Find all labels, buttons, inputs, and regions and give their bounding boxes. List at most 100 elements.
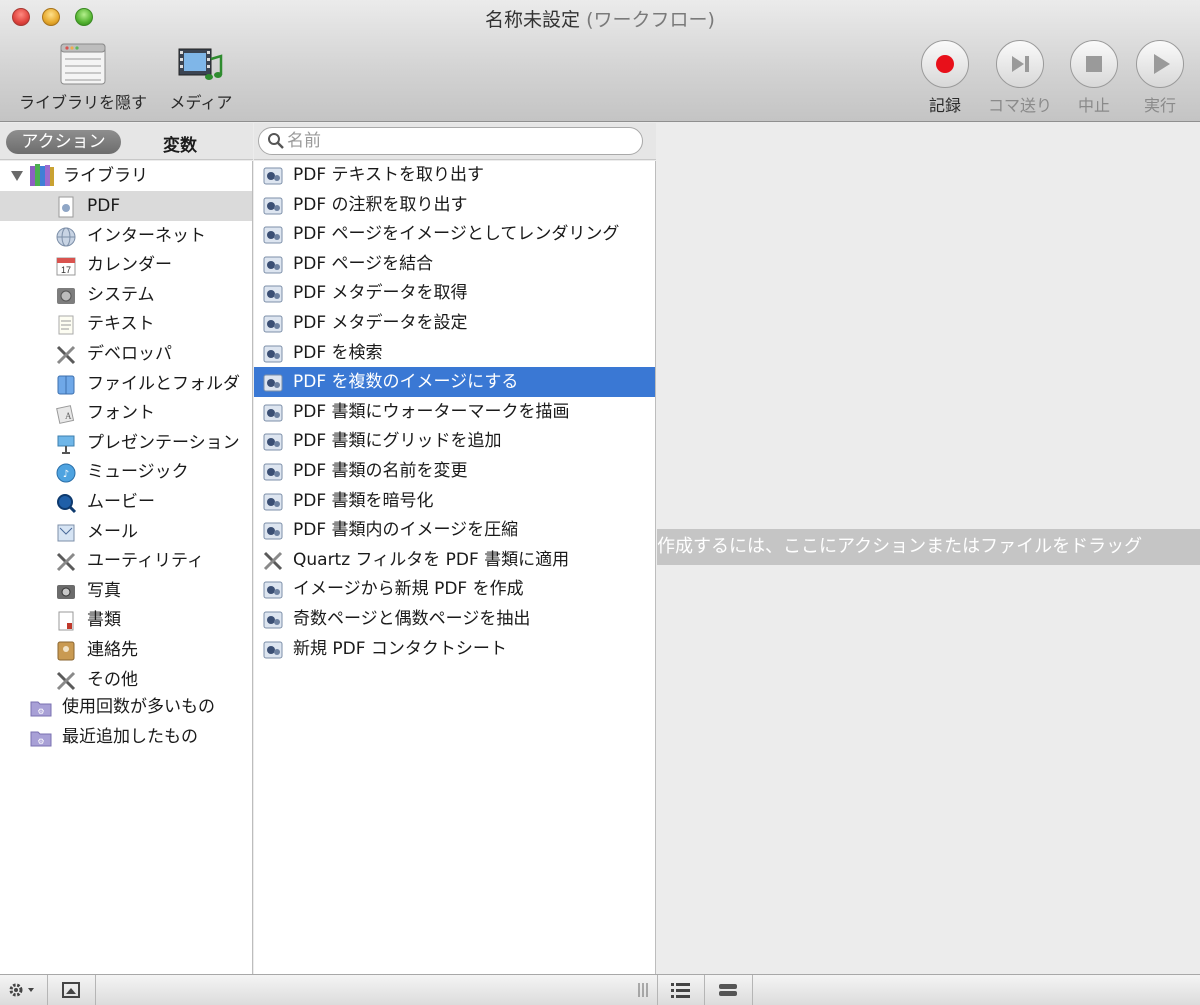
- library-item-17[interactable]: その他: [0, 665, 252, 695]
- action-item-label: PDF 書類の名前を変更: [293, 461, 468, 481]
- library-item-13[interactable]: ユーティリティ: [0, 546, 252, 576]
- library-list: ライブラリ PDF インターネット 17 カレンダー システムテキストデベロッパ ファイル…: [0, 161, 253, 974]
- media-button[interactable]: メディア: [162, 43, 240, 113]
- automator-action-icon: [262, 372, 284, 394]
- library-item-12[interactable]: メール: [0, 517, 252, 547]
- gear-icon: [9, 983, 34, 997]
- action-item-10[interactable]: PDF 書類にグリッドを追加: [254, 426, 655, 456]
- contacts-icon: [55, 640, 77, 662]
- search-header: [254, 123, 656, 160]
- library-item-14[interactable]: 写真: [0, 576, 252, 606]
- run-button[interactable]: 実行: [1132, 40, 1188, 116]
- action-item-16[interactable]: 奇数ページと偶数ページを抽出: [254, 604, 655, 634]
- step-label: コマ送り: [987, 96, 1052, 115]
- action-item-label: PDF を検索: [293, 342, 383, 363]
- automator-action-icon: [262, 609, 284, 631]
- utility-icon: [262, 550, 284, 572]
- keynote-icon: [55, 433, 77, 455]
- workflow-area[interactable]: 作成するには、ここにアクションまたはファイルをドラッグ: [657, 123, 1200, 974]
- stop-label: 中止: [1077, 96, 1110, 115]
- library-item-label: テキスト: [87, 314, 155, 335]
- action-item-label: PDF 書類を暗号化: [293, 490, 434, 511]
- library-item-label: ユーティリティ: [87, 551, 204, 572]
- library-item-15[interactable]: 書類: [0, 605, 252, 635]
- action-menu-button[interactable]: [0, 975, 48, 1005]
- action-item-9[interactable]: PDF 書類にウォーターマークを描画: [254, 397, 655, 427]
- action-item-14[interactable]: Quartz フィルタを PDF 書類に適用: [254, 545, 655, 575]
- library-item-5[interactable]: テキスト: [0, 309, 252, 339]
- action-item-label: PDF 書類内のイメージを圧縮: [293, 520, 519, 541]
- log-view-button[interactable]: [705, 975, 753, 1005]
- action-item-7[interactable]: PDF を検索: [254, 338, 655, 368]
- library-item-4[interactable]: システム: [0, 280, 252, 310]
- action-item-8[interactable]: PDF を複数のイメージにする: [254, 367, 655, 398]
- automator-action-icon: [262, 224, 284, 246]
- action-item-label: PDF メタデータを設定: [293, 313, 468, 333]
- library-header: アクション 変数: [0, 123, 253, 160]
- show-description-button[interactable]: [48, 975, 96, 1005]
- library-item-label: その他: [87, 669, 138, 690]
- library-item-2[interactable]: インターネット: [0, 221, 252, 251]
- internet-icon: [55, 226, 77, 248]
- action-item-5[interactable]: PDF メタデータを取得: [254, 278, 655, 308]
- step-circle: [996, 40, 1044, 88]
- library-item-label: ミュージック: [87, 462, 189, 483]
- pdf-icon: [55, 196, 77, 218]
- library-item-9[interactable]: プレゼンテーション: [0, 428, 252, 458]
- movie-icon: [55, 492, 77, 514]
- smart-group-1[interactable]: ⚙ 使用回数が多いもの: [0, 692, 252, 722]
- action-item-13[interactable]: PDF 書類内のイメージを圧縮: [254, 515, 655, 545]
- action-list: PDF テキストを取り出す PDF の注釈を取り出す PDF ページをイメージとして…: [254, 161, 656, 974]
- disclosure-triangle-icon[interactable]: [10, 170, 24, 182]
- list-view-button[interactable]: [657, 975, 705, 1005]
- library-item-8[interactable]: A フォント: [0, 398, 252, 428]
- library-books-icon: [30, 164, 54, 186]
- action-item-label: PDF を複数のイメージにする: [293, 372, 519, 393]
- search-icon: [268, 133, 284, 149]
- library-item-7[interactable]: ファイルとフォルダ: [0, 369, 252, 399]
- action-item-12[interactable]: PDF 書類を暗号化: [254, 486, 655, 516]
- action-item-3[interactable]: PDF ページをイメージとしてレンダリング: [254, 219, 655, 249]
- search-field[interactable]: [258, 127, 643, 155]
- record-button[interactable]: 記録: [917, 40, 973, 116]
- tab-actions[interactable]: アクション: [6, 130, 121, 154]
- resize-grip-icon: [638, 983, 648, 997]
- automator-action-icon: [262, 491, 284, 513]
- automator-action-icon: [262, 254, 284, 276]
- tab-variables[interactable]: 変数: [163, 131, 197, 156]
- action-item-6[interactable]: PDF メタデータを設定: [254, 308, 655, 338]
- hide-library-button[interactable]: ライブラリを隠す: [12, 43, 154, 113]
- action-item-4[interactable]: PDF ページを結合: [254, 249, 655, 279]
- svg-text:A: A: [65, 411, 72, 421]
- automator-action-icon: [262, 165, 284, 187]
- action-item-11[interactable]: PDF 書類の名前を変更: [254, 456, 655, 486]
- action-item-1[interactable]: PDF テキストを取り出す: [254, 160, 655, 190]
- column-resize-handle[interactable]: [636, 980, 650, 1000]
- action-item-label: 奇数ページと偶数ページを抽出: [293, 609, 531, 629]
- action-item-label: PDF テキストを取り出す: [293, 165, 485, 185]
- library-item-6[interactable]: デベロッパ: [0, 339, 252, 369]
- step-button[interactable]: コマ送り: [983, 40, 1057, 116]
- library-item-label: 連絡先: [87, 640, 138, 660]
- utility-icon: [55, 551, 77, 573]
- library-item-label: 写真: [87, 580, 121, 601]
- record-label: 記録: [928, 96, 961, 115]
- text-icon: [55, 314, 77, 336]
- svg-text:♪: ♪: [63, 469, 69, 480]
- smart-group-2[interactable]: ⚙ 最近追加したもの: [0, 722, 252, 752]
- library-item-11[interactable]: ムービー: [0, 487, 252, 517]
- action-item-label: Quartz フィルタを PDF 書類に適用: [293, 549, 570, 570]
- library-item-16[interactable]: 連絡先: [0, 635, 252, 665]
- library-item-3[interactable]: 17 カレンダー: [0, 250, 252, 280]
- record-icon: [936, 55, 954, 73]
- search-input[interactable]: [287, 130, 627, 152]
- action-item-17[interactable]: 新規 PDF コンタクトシート: [254, 634, 655, 664]
- action-item-15[interactable]: イメージから新規 PDF を作成: [254, 574, 655, 604]
- library-item-10[interactable]: ♪ ミュージック: [0, 457, 252, 487]
- list-view-icon: [671, 983, 690, 998]
- run-label: 実行: [1143, 96, 1176, 115]
- action-item-2[interactable]: PDF の注釈を取り出す: [254, 190, 655, 220]
- stop-button[interactable]: 中止: [1066, 40, 1122, 116]
- library-item-1[interactable]: PDF: [0, 191, 252, 221]
- library-root[interactable]: ライブラリ: [0, 161, 252, 191]
